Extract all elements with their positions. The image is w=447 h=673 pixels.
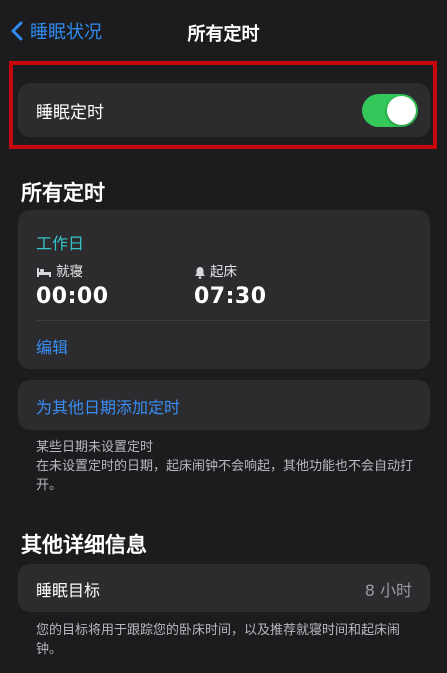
edit-schedule-button[interactable]: 编辑 — [36, 334, 68, 358]
wake-time: 07:30 — [194, 284, 267, 309]
details-section-title: 其他详细信息 — [21, 533, 147, 557]
wake-label: 起床 — [210, 264, 237, 280]
navigation-bar: 睡眠状况 所有定时 — [0, 0, 447, 62]
bedtime-time: 00:00 — [36, 284, 109, 309]
schedule-card-divider — [36, 320, 430, 321]
sleep-goal-note: 您的目标将用于跟踪您的卧床时间，以及推荐就寝时间和起床闹钟。 — [36, 623, 401, 657]
schedule-note-body: 在未设置定时的日期，起床闹钟不会响起，其他功能也不会自动打开。 — [36, 459, 414, 493]
bed-icon — [37, 268, 51, 277]
sleep-goal-label: 睡眠目标 — [36, 581, 101, 600]
add-schedule-button[interactable]: 为其他日期添加定时 — [36, 394, 180, 418]
bell-icon — [195, 266, 205, 279]
sleep-goal-value: 8 小时 — [364, 581, 412, 600]
bedtime-label: 就寝 — [56, 264, 83, 280]
highlight-box — [9, 61, 437, 149]
schedule-note: 某些日期未设置定时 在未设置定时的日期，起床闹钟不会响起，其他功能也不会自动打开… — [36, 438, 416, 495]
wake-block: 起床 07:30 — [194, 260, 267, 309]
schedule-card[interactable]: 工作日 就寝 00:00 起床 07:30 编辑 — [18, 210, 430, 369]
sleep-goal-row[interactable]: 睡眠目标 8 小时 — [18, 564, 430, 612]
schedule-days: 工作日 — [36, 234, 85, 253]
schedule-note-title: 某些日期未设置定时 — [36, 440, 154, 455]
page-title: 所有定时 — [187, 24, 260, 45]
bedtime-block: 就寝 00:00 — [36, 260, 109, 309]
add-schedule-row[interactable]: 为其他日期添加定时 — [18, 380, 430, 430]
schedules-section-title: 所有定时 — [21, 181, 105, 205]
